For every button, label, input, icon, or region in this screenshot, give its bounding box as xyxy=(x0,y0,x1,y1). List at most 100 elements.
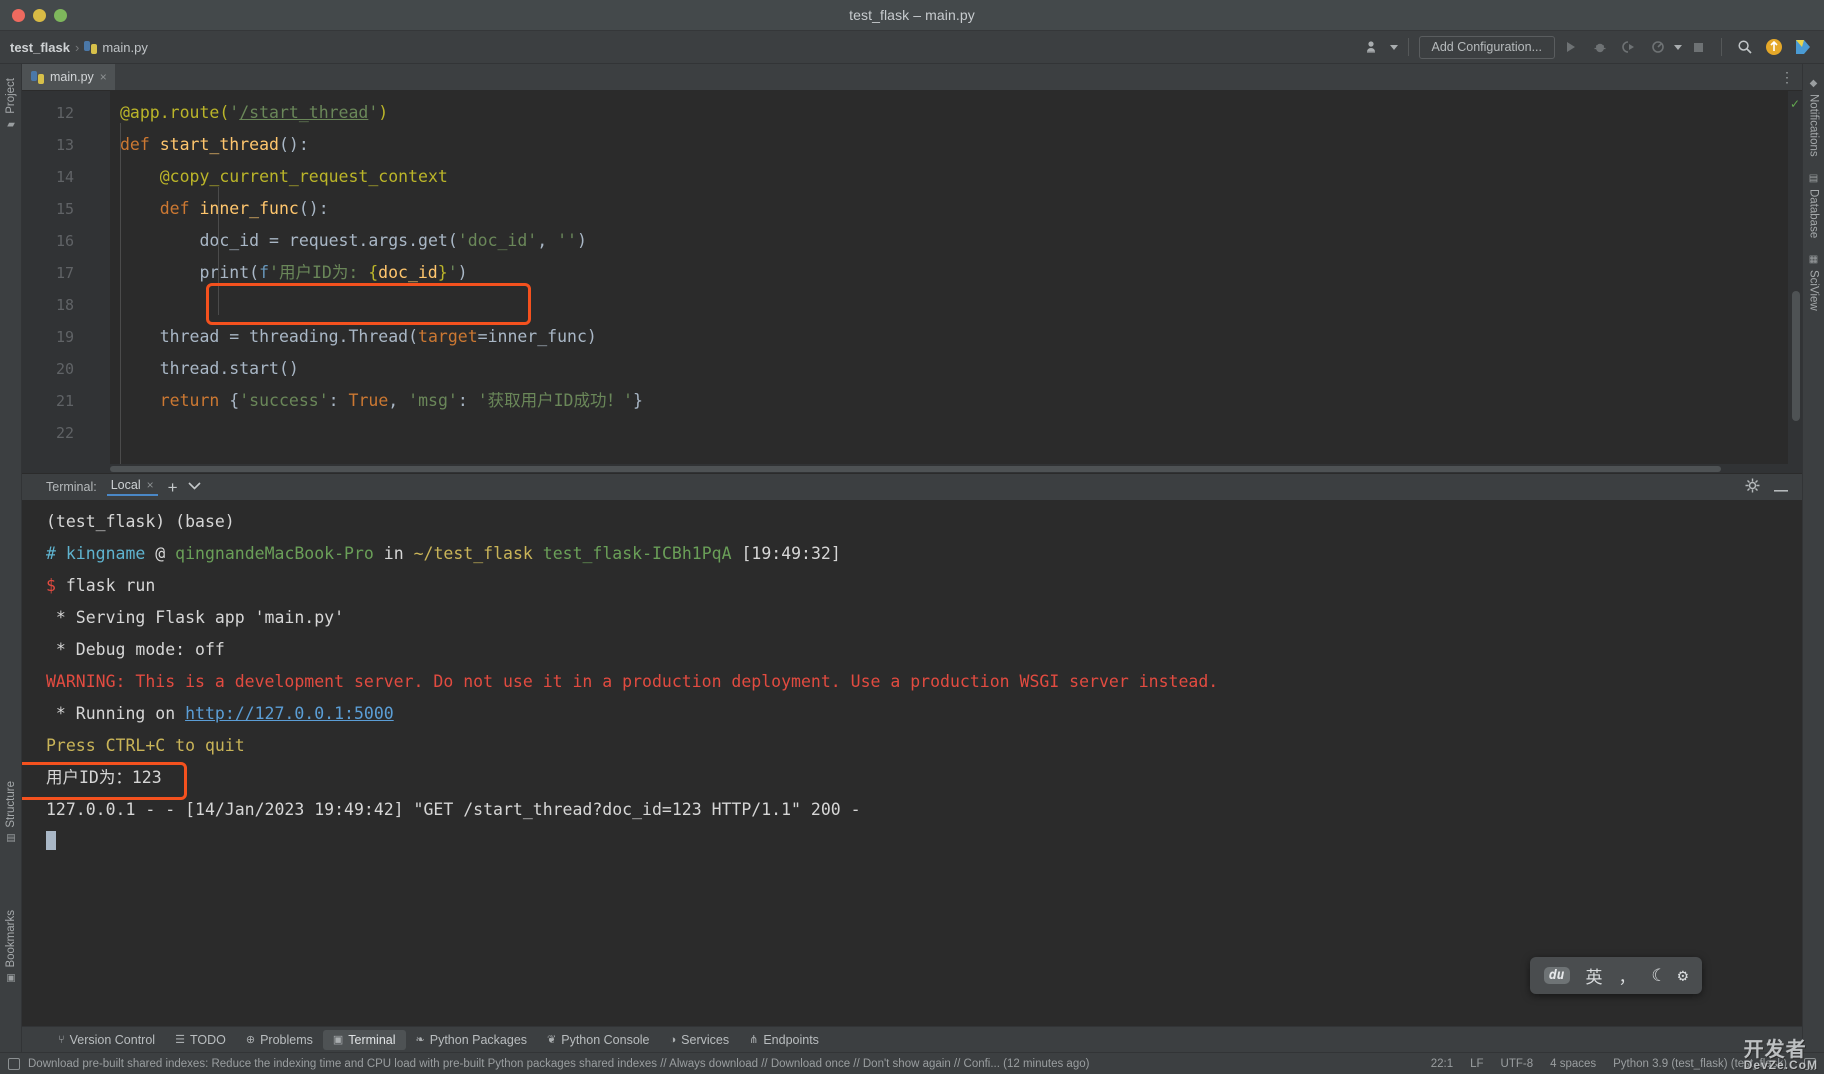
sidebar-item-sciview[interactable]: ▦ SciView xyxy=(1805,246,1823,319)
bottom-tab-todo[interactable]: ☰ TODO xyxy=(165,1030,236,1050)
stop-icon[interactable] xyxy=(1685,35,1711,59)
editor-tab-main-py[interactable]: main.py × xyxy=(22,64,115,90)
search-icon[interactable] xyxy=(1732,35,1758,59)
toolbar-divider xyxy=(1407,38,1409,56)
code-content[interactable]: @app.route('/start_thread') def start_th… xyxy=(110,91,1788,473)
gear-icon[interactable] xyxy=(1745,478,1760,496)
breadcrumb-file[interactable]: main.py xyxy=(102,40,148,55)
bottom-tab-problems[interactable]: ⊕ Problems xyxy=(236,1030,323,1050)
terminal-icon: ▣ xyxy=(332,1034,344,1046)
ime-mode-label[interactable]: 英 xyxy=(1586,963,1603,988)
updates-icon[interactable] xyxy=(1761,35,1787,59)
profile-icon[interactable] xyxy=(1645,35,1671,59)
user-dropdown-caret-icon[interactable] xyxy=(1389,44,1398,50)
minimize-icon[interactable] xyxy=(1774,479,1788,495)
toolbar-right-group: Add Configuration... xyxy=(1361,35,1817,59)
bottom-tab-label: Terminal xyxy=(348,1032,396,1047)
caret-position[interactable]: 22:1 xyxy=(1431,1058,1453,1070)
sciview-icon: ▦ xyxy=(1808,253,1819,265)
sidebar-item-database[interactable]: ▤ Database xyxy=(1805,165,1823,246)
terminal-line: 用户ID为：123 xyxy=(46,768,162,787)
bottom-tab-python-console[interactable]: ❦ Python Console xyxy=(537,1030,659,1050)
status-message[interactable]: Download pre-built shared indexes: Reduc… xyxy=(28,1058,1089,1070)
terminal-line: $ flask run xyxy=(46,576,156,595)
main-toolbar: test_flask › main.py Add Configuration..… xyxy=(0,31,1824,64)
bottom-tab-label: TODO xyxy=(189,1032,226,1047)
left-tool-rail: ▰ Project ▤ Structure ▣ Bookmarks xyxy=(0,64,22,1052)
bottom-tab-endpoints[interactable]: ⋔ Endpoints xyxy=(739,1030,829,1050)
file-encoding[interactable]: UTF-8 xyxy=(1501,1058,1534,1070)
title-bar: test_flask – main.py xyxy=(0,0,1824,31)
editor-vertical-scrollbar[interactable] xyxy=(1792,291,1800,421)
sidebar-item-notifications-label: Notifications xyxy=(1807,94,1820,157)
breadcrumb-project[interactable]: test_flask xyxy=(10,40,70,55)
right-tool-rail: ◆ Notifications ▤ Database ▦ SciView xyxy=(1802,64,1824,1052)
debug-icon[interactable] xyxy=(1587,35,1613,59)
bottom-tab-version-control[interactable]: ⑂ Version Control xyxy=(48,1030,165,1050)
bottom-tool-tabs: ⑂ Version Control ☰ TODO ⊕ Problems ▣ Te… xyxy=(22,1026,1802,1052)
ime-moon-icon[interactable]: ☾ xyxy=(1652,966,1662,986)
endpoints-icon: ⋔ xyxy=(749,1034,759,1046)
breadcrumb-separator: › xyxy=(74,39,80,55)
package-icon: ❧ xyxy=(415,1034,425,1046)
sidebar-item-database-label: Database xyxy=(1807,188,1820,238)
terminal-tab-local[interactable]: Local × xyxy=(106,478,158,496)
line-number: 14 xyxy=(55,168,74,186)
bottom-tab-python-packages[interactable]: ❧ Python Packages xyxy=(406,1030,538,1050)
user-dropdown-icon[interactable] xyxy=(1361,35,1387,59)
sidebar-item-project[interactable]: ▰ Project xyxy=(2,70,20,138)
ime-punctuation-icon[interactable]: ， xyxy=(1619,963,1636,988)
code-line: doc_id = request.args.get('doc_id', '') xyxy=(199,231,587,250)
sidebar-item-structure[interactable]: ▤ Structure xyxy=(2,773,20,852)
indent-guide xyxy=(218,187,219,315)
editor-options-icon[interactable]: ⋮ xyxy=(1780,64,1802,90)
add-terminal-button[interactable]: + xyxy=(168,479,178,496)
sidebar-item-notifications[interactable]: ◆ Notifications xyxy=(1805,70,1823,165)
notice-icon[interactable] xyxy=(8,1057,20,1070)
terminal-line: WARNING: This is a development server. D… xyxy=(46,672,1219,691)
python-file-icon xyxy=(84,40,98,54)
more-dropdown-caret-icon[interactable] xyxy=(1674,44,1682,50)
terminal-line: * Debug mode: off xyxy=(46,640,225,659)
editor-scrollbar-strip[interactable]: ✓ xyxy=(1788,91,1802,473)
terminal-line xyxy=(46,826,1802,858)
ide-feature-icon[interactable] xyxy=(1790,35,1816,59)
watermark: 开发者 DevZe.CoM xyxy=(1744,1033,1818,1072)
line-number: 22 xyxy=(55,424,74,442)
ime-indicator[interactable]: du 英 ， ☾ ⚙ xyxy=(1529,957,1702,994)
center-column: main.py × ⋮ 12 13 14 15 16 17 18 19 20 2… xyxy=(22,64,1802,1052)
close-icon[interactable]: × xyxy=(147,478,154,492)
line-number: 13 xyxy=(55,136,74,154)
list-icon: ☰ xyxy=(175,1034,185,1046)
bottom-tab-services[interactable]: ◑ Services xyxy=(660,1030,740,1050)
terminal-header: Terminal: Local × + xyxy=(22,473,1802,500)
run-icon[interactable] xyxy=(1558,35,1584,59)
editor-horizontal-scrollbar[interactable] xyxy=(110,464,1788,473)
console-icon: ❦ xyxy=(547,1034,557,1046)
run-with-coverage-icon[interactable] xyxy=(1616,35,1642,59)
terminal-output[interactable]: (test_flask) (base) # kingname @ qingnan… xyxy=(22,500,1802,1026)
breadcrumb: test_flask › main.py xyxy=(10,40,148,55)
terminal-panel: Terminal: Local × + (test_flask) (base) … xyxy=(22,473,1802,1026)
code-line: print(f'用户ID为: {doc_id}') xyxy=(199,263,468,282)
notifications-icon: ◆ xyxy=(1808,78,1819,89)
editor-gutter[interactable]: 12 13 14 15 16 17 18 19 20 21 22 xyxy=(22,91,110,473)
close-icon[interactable]: × xyxy=(100,70,107,84)
terminal-line: (test_flask) (base) xyxy=(46,512,235,531)
bottom-tab-label: Endpoints xyxy=(763,1032,819,1047)
chevron-down-icon[interactable] xyxy=(187,481,201,493)
ime-settings-icon[interactable]: ⚙ xyxy=(1678,966,1688,986)
bottom-tab-label: Version Control xyxy=(69,1032,156,1047)
bottom-tab-terminal[interactable]: ▣ Terminal xyxy=(322,1029,406,1050)
status-bar: Download pre-built shared indexes: Reduc… xyxy=(0,1052,1824,1074)
line-separator[interactable]: LF xyxy=(1470,1058,1483,1070)
inspection-status-icon[interactable]: ✓ xyxy=(1790,97,1800,111)
code-editor[interactable]: 12 13 14 15 16 17 18 19 20 21 22 @app.ro… xyxy=(22,91,1802,473)
editor-tab-strip: main.py × ⋮ xyxy=(22,64,1802,91)
indent-setting[interactable]: 4 spaces xyxy=(1550,1058,1596,1070)
code-line: return {'success': True, 'msg': '获取用户ID成… xyxy=(159,391,643,410)
window-title: test_flask – main.py xyxy=(849,7,975,23)
add-configuration-button[interactable]: Add Configuration... xyxy=(1418,35,1555,59)
sidebar-item-bookmarks[interactable]: ▣ Bookmarks xyxy=(2,902,20,992)
